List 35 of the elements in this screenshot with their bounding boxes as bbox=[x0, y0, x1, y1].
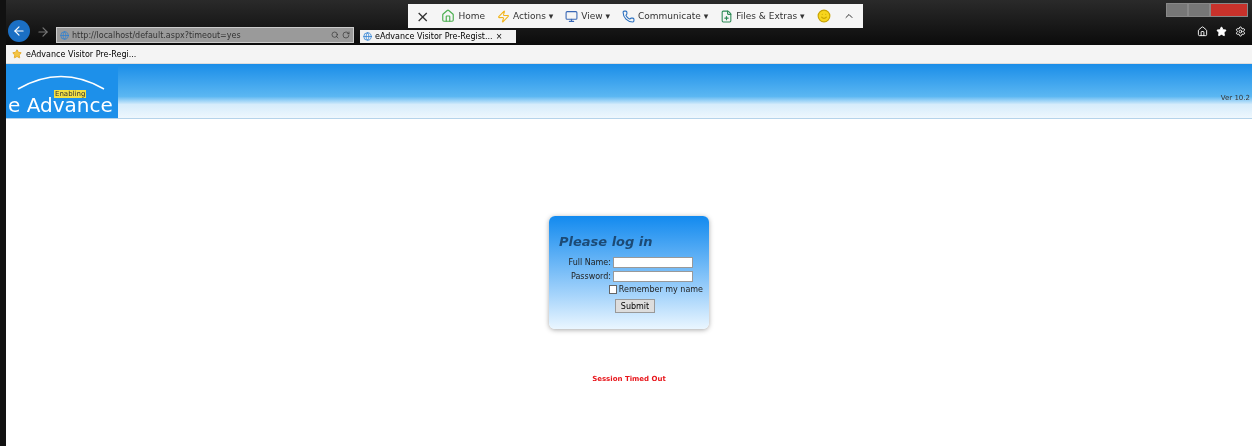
checkbox[interactable] bbox=[609, 285, 617, 294]
field-label: Password: bbox=[569, 272, 611, 281]
smiley-icon[interactable] bbox=[816, 9, 831, 23]
back-button[interactable] bbox=[8, 20, 30, 42]
browser-tab[interactable]: eAdvance Visitor Pre-Regist... × bbox=[360, 30, 516, 43]
monitor-icon bbox=[565, 9, 579, 23]
toolbar-menu[interactable]: Communicate ▾ bbox=[622, 9, 709, 23]
lightning-icon bbox=[497, 9, 510, 23]
home-icon bbox=[441, 9, 456, 23]
toolbar-menu[interactable]: Actions ▾ bbox=[497, 9, 554, 23]
input-field[interactable] bbox=[613, 257, 693, 268]
input-field[interactable] bbox=[613, 271, 693, 282]
phone-icon bbox=[622, 9, 636, 23]
tab-close-button[interactable]: × bbox=[495, 32, 503, 41]
star-icon[interactable] bbox=[12, 49, 22, 59]
search-icon[interactable] bbox=[331, 31, 339, 39]
file-icon bbox=[720, 9, 734, 23]
favorite-link[interactable]: eAdvance Visitor Pre-Regi... bbox=[26, 49, 137, 59]
settings-icon[interactable] bbox=[1235, 26, 1246, 37]
toolbar-menu[interactable]: Files & Extras ▾ bbox=[720, 9, 805, 23]
forward-button[interactable] bbox=[36, 25, 50, 39]
home-button[interactable]: Home bbox=[441, 9, 485, 23]
toolbar-menu[interactable]: View ▾ bbox=[565, 9, 611, 23]
address-bar[interactable]: http://localhost/default.aspx?timeout=yes bbox=[56, 27, 354, 43]
submit-button[interactable]: Submit bbox=[615, 299, 655, 313]
globe-icon bbox=[60, 30, 69, 40]
close-window-button[interactable] bbox=[1210, 3, 1248, 17]
refresh-icon[interactable] bbox=[342, 31, 350, 39]
field-label: Full Name: bbox=[567, 258, 611, 267]
close-button[interactable]: × bbox=[416, 6, 430, 26]
home-icon[interactable] bbox=[1197, 26, 1208, 37]
arrow-left-icon bbox=[12, 24, 26, 38]
login-title: Please log in bbox=[559, 234, 654, 249]
globe-icon bbox=[363, 32, 372, 41]
checkbox-label: Remember my name bbox=[618, 285, 703, 294]
